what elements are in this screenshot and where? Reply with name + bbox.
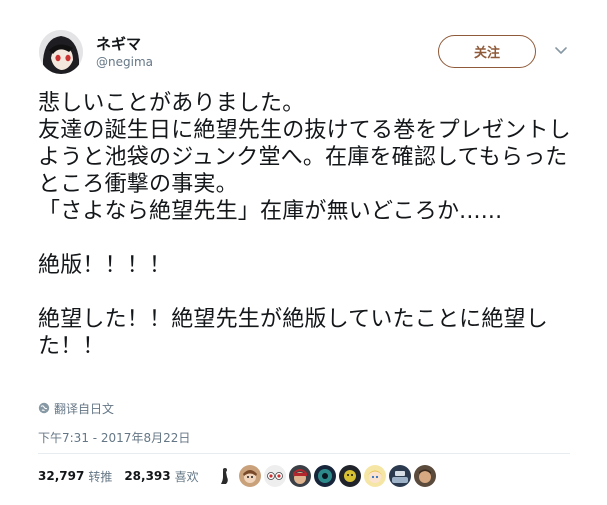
liker-avatar-5[interactable]	[314, 465, 336, 487]
likers-avatars	[214, 465, 436, 487]
like-label[interactable]: 喜欢	[175, 468, 199, 485]
avatar[interactable]	[39, 30, 83, 74]
tweet-stats: 32,797 转推 28,393 喜欢	[38, 463, 199, 489]
divider	[38, 453, 570, 454]
avatar-image	[39, 30, 83, 74]
like-count[interactable]: 28,393	[124, 469, 170, 483]
liker-avatar-8[interactable]	[389, 465, 411, 487]
liker-avatar-7[interactable]	[364, 465, 386, 487]
follow-button[interactable]: 关注	[438, 35, 536, 68]
liker-avatar-2[interactable]	[239, 465, 261, 487]
chevron-down-icon[interactable]	[553, 42, 569, 58]
liker-avatar-9[interactable]	[414, 465, 436, 487]
tweet-text: 悲しいことがありました。 友達の誕生日に絶望先生の抜けてる巻をプレゼントしようと…	[38, 91, 571, 359]
tweet-timestamp[interactable]: 下午7:31 - 2017年8月22日	[38, 429, 190, 446]
liker-avatar-6[interactable]	[339, 465, 361, 487]
user-handle[interactable]: @negima	[96, 55, 153, 69]
display-name[interactable]: ネギマ	[96, 33, 141, 54]
liker-avatar-4[interactable]	[289, 465, 311, 487]
liker-avatar-1[interactable]	[214, 465, 236, 487]
tweet-card: ネギマ @negima 关注 悲しいことがありました。 友達の誕生日に絶望先生の…	[0, 0, 607, 505]
globe-icon	[38, 402, 50, 414]
translate-link[interactable]: 翻译自日文	[38, 400, 114, 416]
retweet-count[interactable]: 32,797	[38, 469, 84, 483]
retweet-label[interactable]: 转推	[88, 468, 112, 485]
liker-avatar-3[interactable]	[264, 465, 286, 487]
translate-label[interactable]: 翻译自日文	[54, 400, 114, 417]
